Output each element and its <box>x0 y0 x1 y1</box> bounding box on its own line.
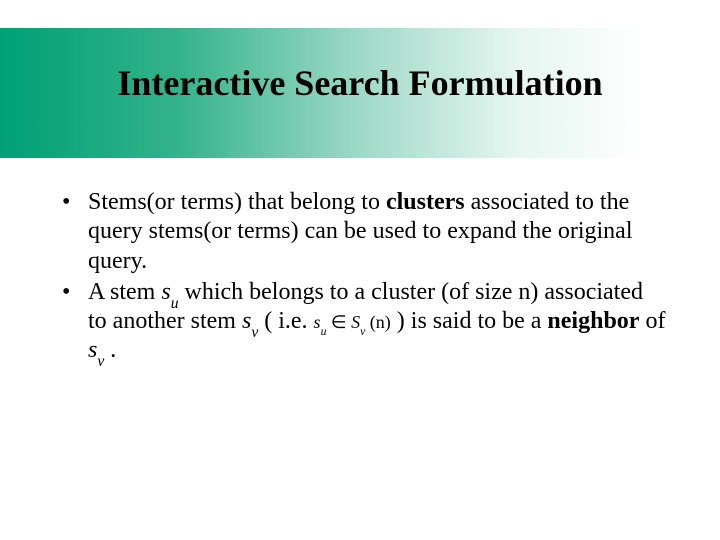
sym: s <box>314 312 321 332</box>
var-sv: sv <box>242 308 258 334</box>
sym: s <box>88 337 97 363</box>
sym: s <box>161 279 170 305</box>
var-sv2: sv <box>88 337 104 363</box>
slide: Interactive Search Formulation Stems(or … <box>0 0 720 540</box>
bullet-item-1: Stems(or terms) that belong to clusters … <box>54 188 666 276</box>
text: ) is said to be a <box>391 308 548 334</box>
text: of <box>639 308 665 334</box>
bold-clusters: clusters <box>386 189 465 215</box>
element-of-icon: ∈ <box>326 312 351 332</box>
slide-title: Interactive Search Formulation <box>0 62 720 104</box>
text: Stems(or terms) that belong to <box>88 189 386 215</box>
text: . <box>104 337 116 363</box>
sym: s <box>242 308 251 334</box>
sym: S <box>351 312 360 332</box>
sub: v <box>251 324 258 341</box>
math-expr: su ∈ Sv (n) <box>314 312 391 332</box>
bold-neighbor: neighbor <box>547 308 639 334</box>
arg: (n) <box>365 312 391 332</box>
sub: v <box>97 353 104 370</box>
bullet-list: Stems(or terms) that belong to clusters … <box>54 188 666 366</box>
text: ( i.e. <box>258 308 313 334</box>
text: A stem <box>88 279 161 305</box>
sub: v <box>360 325 365 338</box>
bullet-item-2: A stem su which belongs to a cluster (of… <box>54 278 666 366</box>
sub: u <box>321 325 327 338</box>
var-su: su <box>161 279 178 305</box>
slide-body: Stems(or terms) that belong to clusters … <box>54 188 666 368</box>
sub: u <box>171 295 179 312</box>
